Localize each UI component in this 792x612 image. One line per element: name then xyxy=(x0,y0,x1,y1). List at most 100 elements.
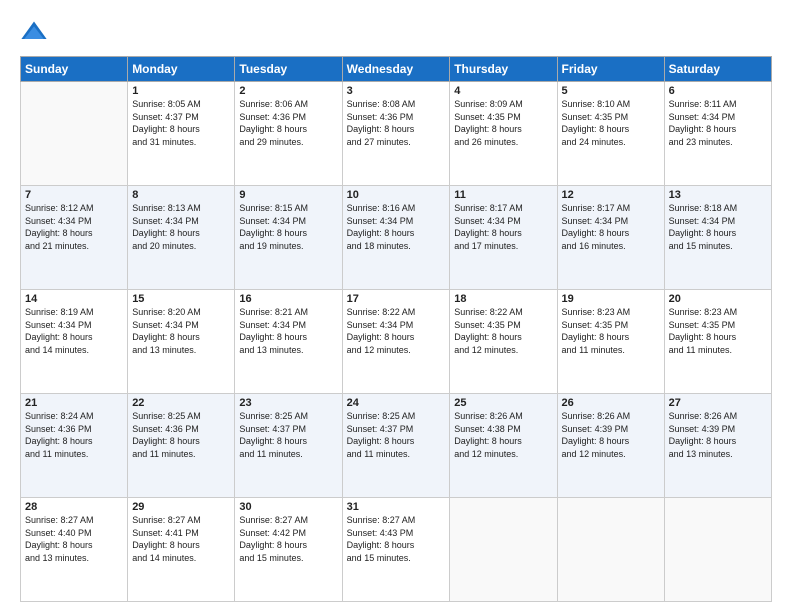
calendar-cell: 2Sunrise: 8:06 AM Sunset: 4:36 PM Daylig… xyxy=(235,82,342,186)
calendar-cell: 14Sunrise: 8:19 AM Sunset: 4:34 PM Dayli… xyxy=(21,290,128,394)
day-number: 5 xyxy=(562,85,660,97)
calendar-header-thursday: Thursday xyxy=(450,57,557,82)
calendar: SundayMondayTuesdayWednesdayThursdayFrid… xyxy=(20,56,772,602)
calendar-cell: 16Sunrise: 8:21 AM Sunset: 4:34 PM Dayli… xyxy=(235,290,342,394)
calendar-cell: 4Sunrise: 8:09 AM Sunset: 4:35 PM Daylig… xyxy=(450,82,557,186)
calendar-cell: 25Sunrise: 8:26 AM Sunset: 4:38 PM Dayli… xyxy=(450,394,557,498)
day-number: 12 xyxy=(562,189,660,201)
day-info: Sunrise: 8:05 AM Sunset: 4:37 PM Dayligh… xyxy=(132,98,230,148)
day-info: Sunrise: 8:20 AM Sunset: 4:34 PM Dayligh… xyxy=(132,306,230,356)
day-number: 15 xyxy=(132,293,230,305)
day-info: Sunrise: 8:19 AM Sunset: 4:34 PM Dayligh… xyxy=(25,306,123,356)
day-number: 4 xyxy=(454,85,552,97)
day-number: 23 xyxy=(239,397,337,409)
calendar-header-friday: Friday xyxy=(557,57,664,82)
day-info: Sunrise: 8:18 AM Sunset: 4:34 PM Dayligh… xyxy=(669,202,767,252)
day-number: 31 xyxy=(347,501,446,513)
logo-icon xyxy=(20,18,48,46)
day-number: 16 xyxy=(239,293,337,305)
calendar-cell: 9Sunrise: 8:15 AM Sunset: 4:34 PM Daylig… xyxy=(235,186,342,290)
calendar-cell: 13Sunrise: 8:18 AM Sunset: 4:34 PM Dayli… xyxy=(664,186,771,290)
day-info: Sunrise: 8:27 AM Sunset: 4:40 PM Dayligh… xyxy=(25,514,123,564)
day-info: Sunrise: 8:22 AM Sunset: 4:35 PM Dayligh… xyxy=(454,306,552,356)
calendar-week-row: 28Sunrise: 8:27 AM Sunset: 4:40 PM Dayli… xyxy=(21,498,772,602)
calendar-cell: 5Sunrise: 8:10 AM Sunset: 4:35 PM Daylig… xyxy=(557,82,664,186)
day-info: Sunrise: 8:12 AM Sunset: 4:34 PM Dayligh… xyxy=(25,202,123,252)
day-number: 21 xyxy=(25,397,123,409)
day-info: Sunrise: 8:25 AM Sunset: 4:36 PM Dayligh… xyxy=(132,410,230,460)
day-info: Sunrise: 8:17 AM Sunset: 4:34 PM Dayligh… xyxy=(454,202,552,252)
day-info: Sunrise: 8:27 AM Sunset: 4:42 PM Dayligh… xyxy=(239,514,337,564)
calendar-header-row: SundayMondayTuesdayWednesdayThursdayFrid… xyxy=(21,57,772,82)
day-info: Sunrise: 8:26 AM Sunset: 4:38 PM Dayligh… xyxy=(454,410,552,460)
day-number: 22 xyxy=(132,397,230,409)
calendar-cell: 3Sunrise: 8:08 AM Sunset: 4:36 PM Daylig… xyxy=(342,82,450,186)
day-number: 2 xyxy=(239,85,337,97)
calendar-header-sunday: Sunday xyxy=(21,57,128,82)
calendar-cell: 22Sunrise: 8:25 AM Sunset: 4:36 PM Dayli… xyxy=(128,394,235,498)
calendar-cell: 27Sunrise: 8:26 AM Sunset: 4:39 PM Dayli… xyxy=(664,394,771,498)
calendar-cell: 20Sunrise: 8:23 AM Sunset: 4:35 PM Dayli… xyxy=(664,290,771,394)
day-info: Sunrise: 8:11 AM Sunset: 4:34 PM Dayligh… xyxy=(669,98,767,148)
day-info: Sunrise: 8:08 AM Sunset: 4:36 PM Dayligh… xyxy=(347,98,446,148)
calendar-week-row: 14Sunrise: 8:19 AM Sunset: 4:34 PM Dayli… xyxy=(21,290,772,394)
day-info: Sunrise: 8:23 AM Sunset: 4:35 PM Dayligh… xyxy=(669,306,767,356)
day-number: 10 xyxy=(347,189,446,201)
day-info: Sunrise: 8:26 AM Sunset: 4:39 PM Dayligh… xyxy=(562,410,660,460)
day-info: Sunrise: 8:27 AM Sunset: 4:41 PM Dayligh… xyxy=(132,514,230,564)
calendar-cell xyxy=(664,498,771,602)
day-number: 19 xyxy=(562,293,660,305)
calendar-cell: 24Sunrise: 8:25 AM Sunset: 4:37 PM Dayli… xyxy=(342,394,450,498)
day-number: 28 xyxy=(25,501,123,513)
calendar-cell: 11Sunrise: 8:17 AM Sunset: 4:34 PM Dayli… xyxy=(450,186,557,290)
day-number: 6 xyxy=(669,85,767,97)
calendar-cell: 26Sunrise: 8:26 AM Sunset: 4:39 PM Dayli… xyxy=(557,394,664,498)
day-number: 27 xyxy=(669,397,767,409)
calendar-cell: 10Sunrise: 8:16 AM Sunset: 4:34 PM Dayli… xyxy=(342,186,450,290)
day-number: 13 xyxy=(669,189,767,201)
day-number: 26 xyxy=(562,397,660,409)
day-number: 14 xyxy=(25,293,123,305)
calendar-week-row: 7Sunrise: 8:12 AM Sunset: 4:34 PM Daylig… xyxy=(21,186,772,290)
day-info: Sunrise: 8:13 AM Sunset: 4:34 PM Dayligh… xyxy=(132,202,230,252)
day-info: Sunrise: 8:16 AM Sunset: 4:34 PM Dayligh… xyxy=(347,202,446,252)
day-number: 3 xyxy=(347,85,446,97)
calendar-cell: 19Sunrise: 8:23 AM Sunset: 4:35 PM Dayli… xyxy=(557,290,664,394)
day-info: Sunrise: 8:15 AM Sunset: 4:34 PM Dayligh… xyxy=(239,202,337,252)
day-number: 7 xyxy=(25,189,123,201)
day-number: 20 xyxy=(669,293,767,305)
calendar-cell: 29Sunrise: 8:27 AM Sunset: 4:41 PM Dayli… xyxy=(128,498,235,602)
day-number: 9 xyxy=(239,189,337,201)
logo xyxy=(20,18,52,46)
calendar-header-saturday: Saturday xyxy=(664,57,771,82)
calendar-cell: 7Sunrise: 8:12 AM Sunset: 4:34 PM Daylig… xyxy=(21,186,128,290)
calendar-header-wednesday: Wednesday xyxy=(342,57,450,82)
calendar-cell: 6Sunrise: 8:11 AM Sunset: 4:34 PM Daylig… xyxy=(664,82,771,186)
day-info: Sunrise: 8:06 AM Sunset: 4:36 PM Dayligh… xyxy=(239,98,337,148)
calendar-cell xyxy=(557,498,664,602)
calendar-cell: 12Sunrise: 8:17 AM Sunset: 4:34 PM Dayli… xyxy=(557,186,664,290)
calendar-cell: 15Sunrise: 8:20 AM Sunset: 4:34 PM Dayli… xyxy=(128,290,235,394)
calendar-cell: 28Sunrise: 8:27 AM Sunset: 4:40 PM Dayli… xyxy=(21,498,128,602)
day-number: 8 xyxy=(132,189,230,201)
day-info: Sunrise: 8:21 AM Sunset: 4:34 PM Dayligh… xyxy=(239,306,337,356)
page: SundayMondayTuesdayWednesdayThursdayFrid… xyxy=(0,0,792,612)
calendar-cell xyxy=(450,498,557,602)
calendar-header-tuesday: Tuesday xyxy=(235,57,342,82)
calendar-cell: 30Sunrise: 8:27 AM Sunset: 4:42 PM Dayli… xyxy=(235,498,342,602)
calendar-cell: 21Sunrise: 8:24 AM Sunset: 4:36 PM Dayli… xyxy=(21,394,128,498)
day-info: Sunrise: 8:25 AM Sunset: 4:37 PM Dayligh… xyxy=(347,410,446,460)
calendar-cell: 8Sunrise: 8:13 AM Sunset: 4:34 PM Daylig… xyxy=(128,186,235,290)
calendar-cell: 23Sunrise: 8:25 AM Sunset: 4:37 PM Dayli… xyxy=(235,394,342,498)
day-info: Sunrise: 8:09 AM Sunset: 4:35 PM Dayligh… xyxy=(454,98,552,148)
day-info: Sunrise: 8:17 AM Sunset: 4:34 PM Dayligh… xyxy=(562,202,660,252)
day-number: 17 xyxy=(347,293,446,305)
calendar-cell xyxy=(21,82,128,186)
day-number: 24 xyxy=(347,397,446,409)
day-number: 11 xyxy=(454,189,552,201)
day-info: Sunrise: 8:10 AM Sunset: 4:35 PM Dayligh… xyxy=(562,98,660,148)
calendar-cell: 1Sunrise: 8:05 AM Sunset: 4:37 PM Daylig… xyxy=(128,82,235,186)
day-info: Sunrise: 8:25 AM Sunset: 4:37 PM Dayligh… xyxy=(239,410,337,460)
header xyxy=(20,18,772,46)
calendar-cell: 17Sunrise: 8:22 AM Sunset: 4:34 PM Dayli… xyxy=(342,290,450,394)
